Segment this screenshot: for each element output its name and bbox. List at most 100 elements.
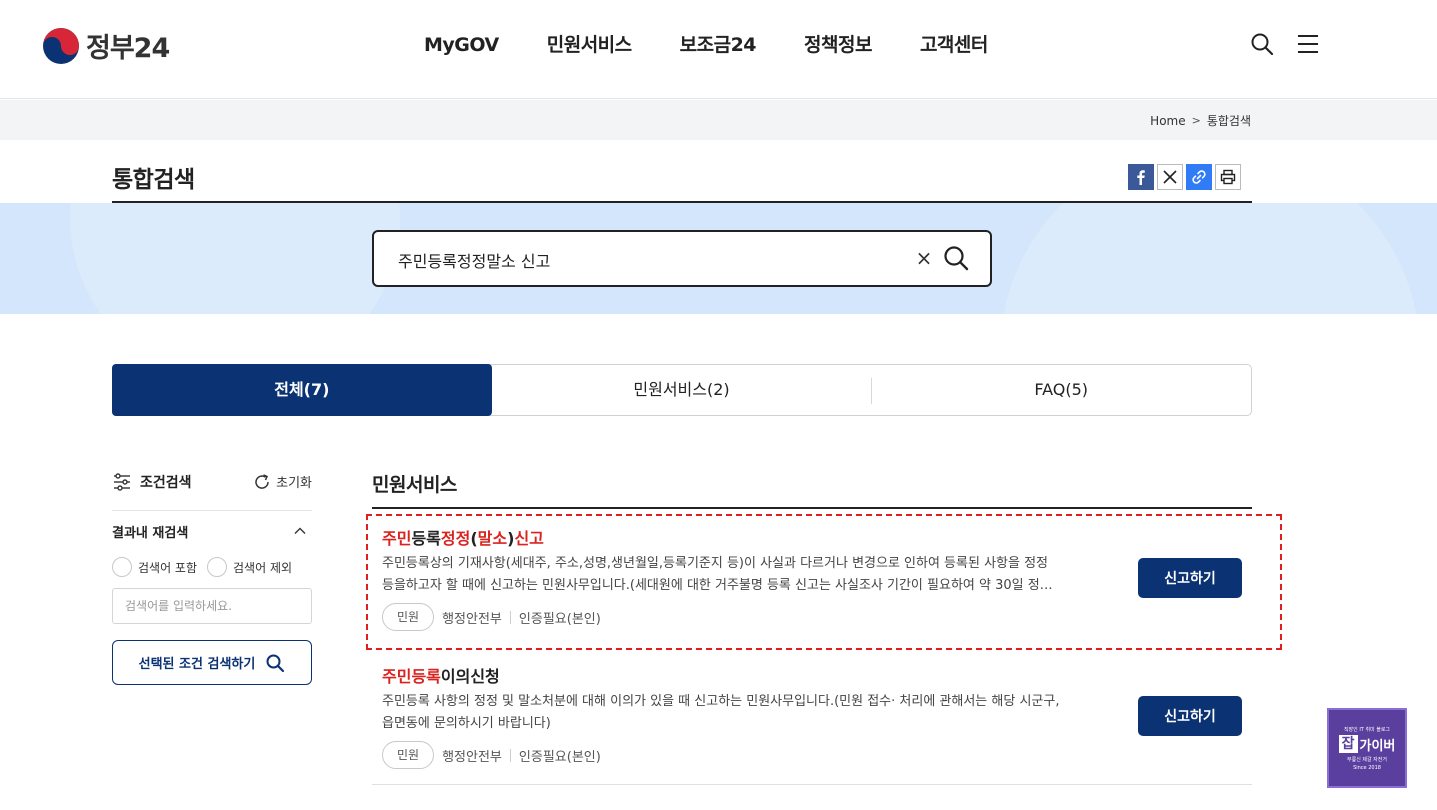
x-logo-icon [1163,170,1177,184]
meta-divider [509,748,511,762]
chevron-right-icon: > [1191,114,1201,127]
filter-title-label: 조건검색 [140,475,192,491]
nav-customer-center[interactable]: 고객센터 [896,30,1012,60]
title-text: 등록 [411,529,441,548]
title-keyword-highlight: 신고 [514,529,544,548]
banner-decoration [1000,203,1420,314]
title-keyword-highlight: 말소 [477,529,508,548]
include-keyword-radio[interactable]: 검색어 포함 [112,557,197,577]
chevron-up-icon[interactable] [293,524,307,538]
search-banner: 주민등록정정말소 신고 × [0,203,1437,314]
copy-link-button[interactable] [1186,164,1212,190]
search-submit-icon[interactable] [942,244,970,272]
apply-report-button[interactable]: 신고하기 [1138,558,1242,598]
blog-watermark-badge: 직장인 IT 취미 블로그 잡 가이버 무릎신 제갈 자전거 Since 201… [1327,708,1407,788]
tab-all[interactable]: 전체(7) [112,364,492,416]
filter-divider [112,510,312,511]
result-title[interactable]: 주민등록이의신청 [382,663,1242,686]
result-desc-line1: 주민등록 사항의 정정 및 말소처분에 대해 이의가 있을 때 신고하는 민원사… [382,694,1060,709]
print-button[interactable] [1215,164,1241,190]
printer-icon [1220,169,1236,185]
result-meta: 민원 행정안전부 인증필요(본인) [382,603,1242,631]
share-tools [1128,164,1241,190]
taegeuk-logo-icon [43,27,79,64]
reset-button[interactable]: 초기화 [253,472,312,491]
facebook-share-button[interactable] [1128,164,1154,190]
breadcrumb-bar: Home > 통합검색 [0,100,1437,140]
search-icon[interactable] [1250,32,1274,56]
result-item: 주민등록이의신청 주민등록 사항의 정정 및 말소처분에 대해 이의가 있을 때… [382,663,1242,769]
title-keyword-highlight: 주민 [382,529,412,548]
result-item: 주민등록정정(말소)신고 주민등록상의 기재사항(세대주, 주소,성명,생년월일… [382,525,1242,631]
site-logo[interactable]: 정부24 [42,26,170,65]
refine-header: 결과내 재검색 [112,522,312,542]
search-box: 주민등록정정말소 신고 × [372,230,992,287]
badge-top-text: 직장인 IT 취미 블로그 [1343,726,1391,733]
apply-filter-label: 선택된 조건 검색하기 [138,657,256,672]
logo-text: 정부24 [86,33,170,64]
sliders-icon [114,473,130,491]
search-icon [266,654,285,672]
result-meta: 민원 행정안전부 인증필요(본인) [382,741,1242,769]
agency-label: 행정안전부 [442,749,502,765]
site-header: 정부24 MyGOV 민원서비스 보조금24 정책정보 고객센터 [0,0,1437,99]
badge-name: 가이버 [1359,738,1396,754]
result-desc-line2: 읍면동에 문의하시기 바랍니다) [382,716,551,731]
title-text: ( [470,529,478,548]
result-divider [372,784,1252,785]
breadcrumb-current: 통합검색 [1206,114,1251,128]
filter-header: 조건검색 초기화 [112,472,312,496]
result-desc-line2: 등을하고자 할 때에 신고하는 민원사무입니다.(세대원에 대한 거주불명 등록… [382,578,1053,593]
nav-subsidy24[interactable]: 보조금24 [656,30,780,60]
refine-search-input[interactable] [112,588,312,624]
auth-label: 인증필요(본인) [518,611,601,627]
header-tools [1250,32,1320,56]
filter-title: 조건검색 [112,472,192,492]
breadcrumb: Home > 통합검색 [1150,112,1251,129]
apply-filter-button[interactable]: 선택된 조건 검색하기 [112,640,312,685]
nav-civil-service[interactable]: 민원서비스 [523,30,656,60]
apply-report-button[interactable]: 신고하기 [1138,696,1242,736]
refresh-icon [255,473,269,489]
hamburger-menu-icon[interactable] [1296,32,1320,56]
nav-policy-info[interactable]: 정책정보 [780,30,896,60]
title-keyword-highlight: 주민등록 [382,667,441,686]
exclude-keyword-label: 검색어 제외 [233,560,293,575]
title-text: 이의신청 [440,667,500,686]
page-title: 통합검색 [112,167,195,193]
tab-label: 민원서비스(2) [633,380,730,399]
search-input[interactable]: 주민등록정정말소 신고 [398,248,550,272]
include-keyword-label: 검색어 포함 [138,560,198,575]
tab-label: FAQ(5) [1034,380,1088,399]
section-divider [372,507,1252,509]
auth-label: 인증필요(본인) [518,749,601,765]
radio-circle [112,557,132,577]
nav-mygov[interactable]: MyGOV [400,30,523,60]
x-share-button[interactable] [1157,164,1183,190]
exclude-keyword-radio[interactable]: 검색어 제외 [207,557,292,577]
banner-decoration [70,203,400,314]
facebook-icon [1137,170,1145,185]
link-icon [1192,170,1206,184]
category-badge: 민원 [382,603,435,631]
result-description: 주민등록상의 기재사항(세대주, 주소,성명,생년월일,등록기준지 등)이 사실… [382,553,1117,597]
badge-since-text: Since 2018 [1353,764,1381,771]
result-title[interactable]: 주민등록정정(말소)신고 [382,525,1242,548]
breadcrumb-home[interactable]: Home [1150,114,1185,128]
badge-logo: 잡 가이버 [1338,735,1396,754]
main-nav: MyGOV 민원서비스 보조금24 정책정보 고객센터 [400,30,1012,60]
title-keyword-highlight: 정정 [440,529,471,548]
tab-divider [871,378,873,404]
refine-title: 결과내 재검색 [112,526,189,541]
tab-faq[interactable]: FAQ(5) [871,365,1251,415]
tab-civil-service[interactable]: 민원서비스(2) [492,365,872,415]
result-desc-line1: 주민등록상의 기재사항(세대주, 주소,성명,생년월일,등록기준지 등)이 사실… [382,556,1048,571]
result-tabs: 전체(7) 민원서비스(2) FAQ(5) [112,364,1252,416]
badge-char: 잡 [1338,735,1358,753]
result-description: 주민등록 사항의 정정 및 말소처분에 대해 이의가 있을 때 신고하는 민원사… [382,691,1117,735]
category-badge: 민원 [382,741,435,769]
badge-sub-text: 무릎신 제갈 자전거 [1347,756,1387,763]
agency-label: 행정안전부 [442,611,502,627]
reset-label: 초기화 [276,476,312,491]
clear-search-button[interactable]: × [914,246,934,270]
